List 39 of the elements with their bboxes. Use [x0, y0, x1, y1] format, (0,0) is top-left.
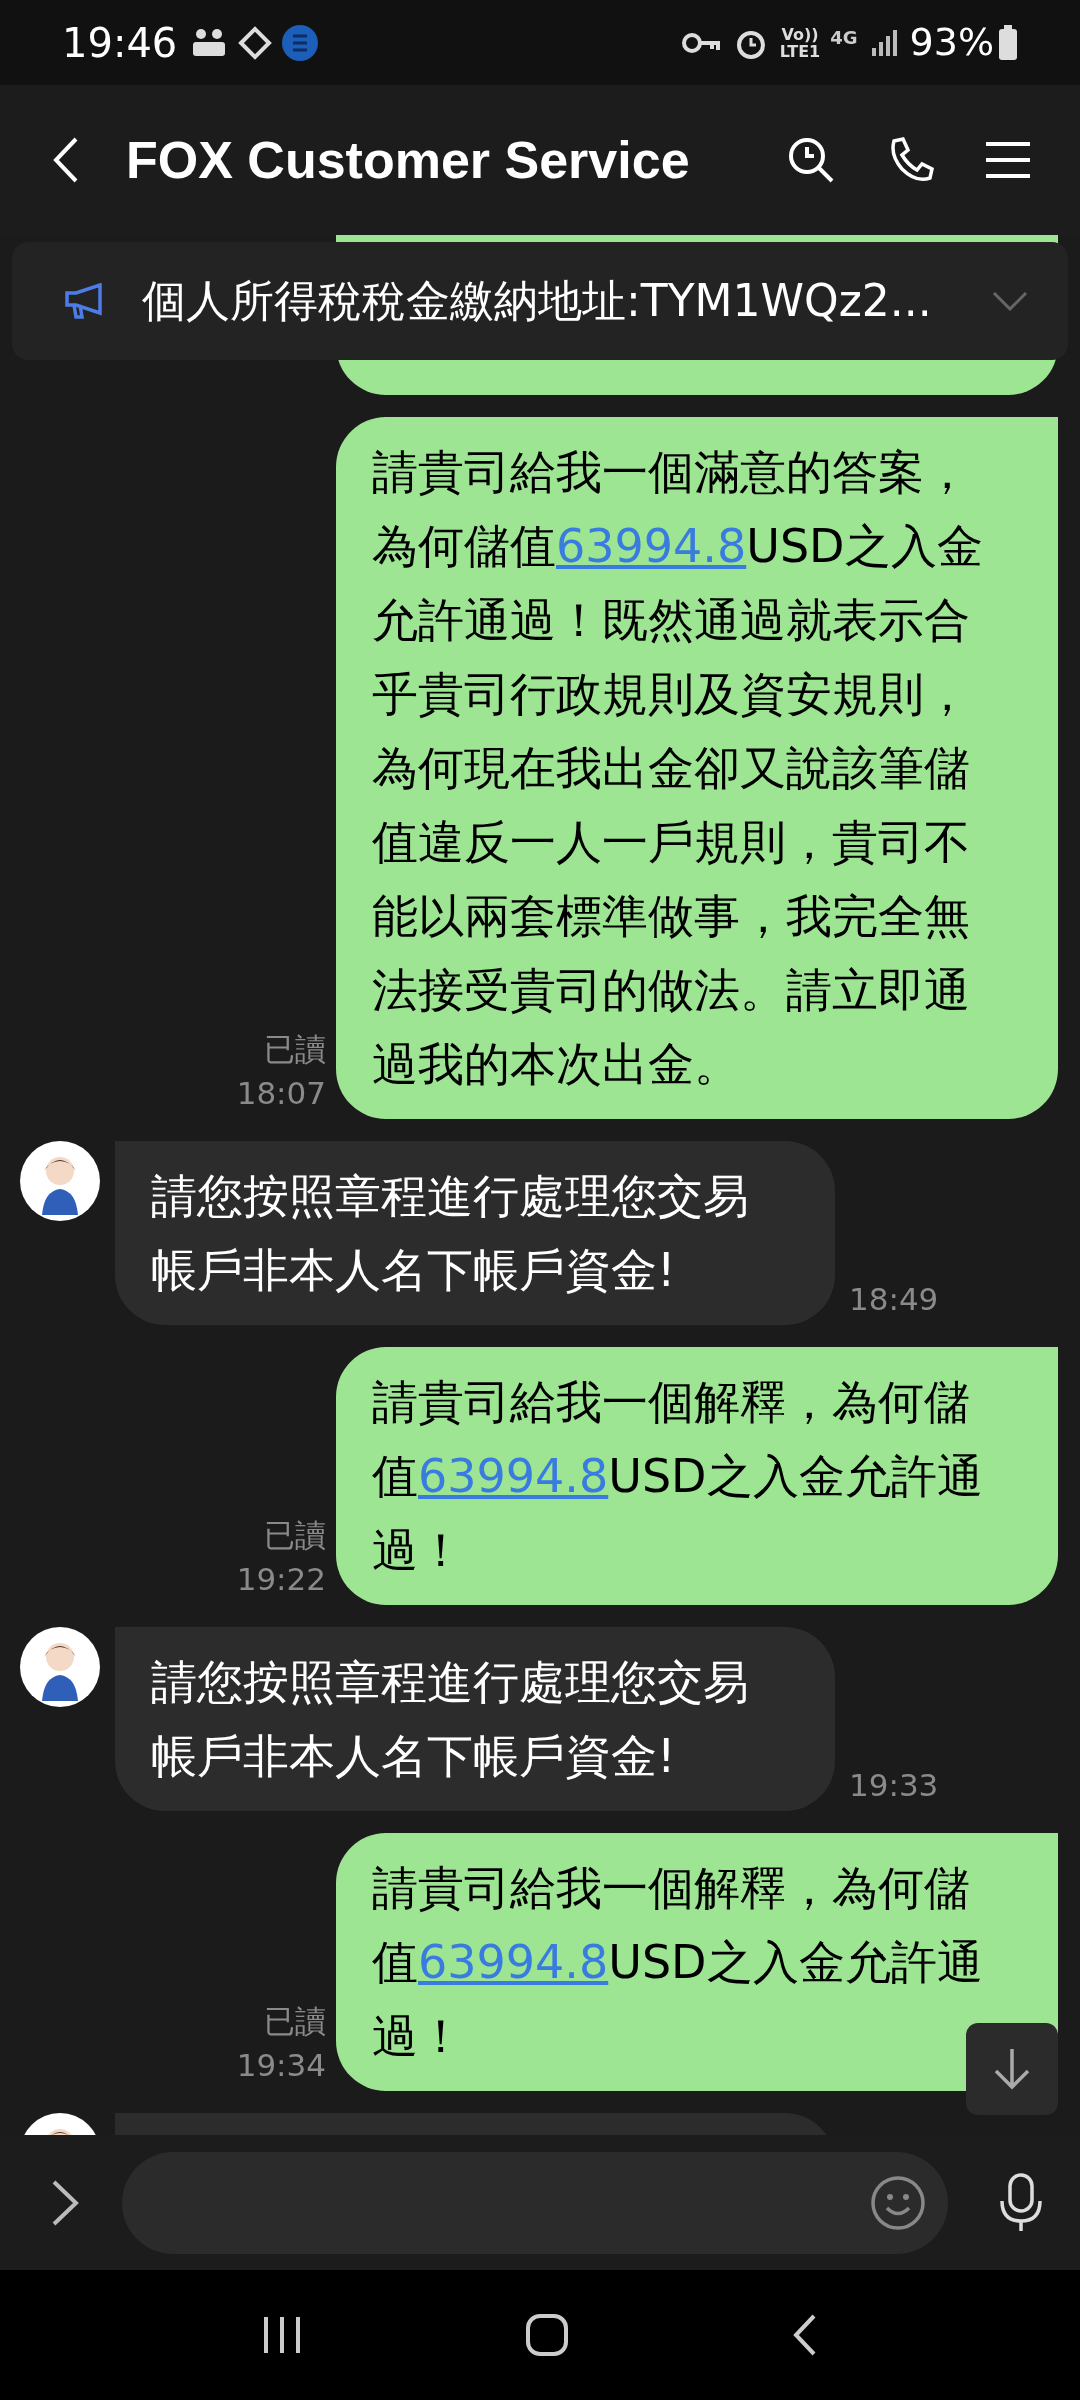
message-time: 19:22 — [236, 1560, 326, 1599]
message-time: 19:34 — [236, 2046, 326, 2085]
battery-icon — [998, 24, 1018, 61]
chat-title: FOX Customer Service — [126, 130, 690, 191]
clock: 19:46 — [62, 18, 178, 68]
message-text: 請貴司給我一個滿意的答案，為何儲值63994.8USD之入金允許通過！既然通過就表示合乎貴司行政規則及資安規則，為何現在我出金卻又說該筆儲值違反一人一戶規則，貴司不能以兩套標準做事，我完全無法接受貴司的做法。請立即通過我的本次出金。 — [372, 444, 984, 1093]
signal-icon — [869, 27, 900, 58]
announcement-text: 個人所得稅稅金繳納地址:TYM1WQz2... — [142, 274, 932, 328]
link[interactable]: 63994.8 — [418, 1449, 609, 1503]
message-text: 請您按照章程進行處理您交易帳戶非本人名下帳戶資金! — [151, 1654, 750, 1785]
home-icon[interactable] — [526, 2314, 568, 2356]
arrow-down-icon — [992, 2047, 1032, 2091]
avatar-icon — [20, 1627, 100, 1707]
avatar-icon — [20, 1141, 100, 1221]
message-text: 請您按照章程進行處理您交易帳戶非本人名下帳戶資金! — [151, 1168, 750, 1299]
read-receipt: 已讀 — [264, 1516, 326, 1555]
read-receipt: 已讀 — [264, 2002, 326, 2041]
battery-percent: 93% — [909, 19, 994, 66]
message-text: 請貴司給我一個解釋，為何儲值63994.8USD之入金允許通過！ — [372, 1860, 984, 2065]
message-time: 18:49 — [849, 1280, 939, 1319]
back-icon[interactable] — [792, 2314, 818, 2356]
chevron-down-icon[interactable] — [992, 291, 1028, 311]
message-time: 18:07 — [236, 1074, 326, 1113]
recent-apps-icon[interactable] — [262, 2315, 302, 2355]
message-time: 19:33 — [849, 1766, 939, 1805]
menu-icon[interactable] — [986, 140, 1030, 180]
microphone-icon[interactable] — [998, 2172, 1044, 2233]
emoji-icon[interactable] — [870, 2174, 926, 2231]
message-text: 請貴司給我一個解釋，為何儲值63994.8USD之入金允許通過！ — [372, 1374, 984, 1579]
search-icon[interactable] — [786, 135, 836, 185]
lte-label: LTE1 — [779, 42, 821, 60]
volte-label: Vo)) — [781, 25, 819, 43]
link[interactable]: 63994.8 — [556, 519, 747, 573]
scroll-down-button[interactable] — [966, 2023, 1058, 2115]
announcement-banner[interactable]: 個人所得稅稅金繳納地址:TYM1WQz2... — [12, 242, 1068, 360]
read-receipt: 已讀 — [264, 1030, 326, 1069]
app-notification-icon — [281, 23, 320, 62]
network-label: 4G — [830, 26, 858, 50]
link[interactable]: 63994.8 — [418, 1935, 609, 1989]
